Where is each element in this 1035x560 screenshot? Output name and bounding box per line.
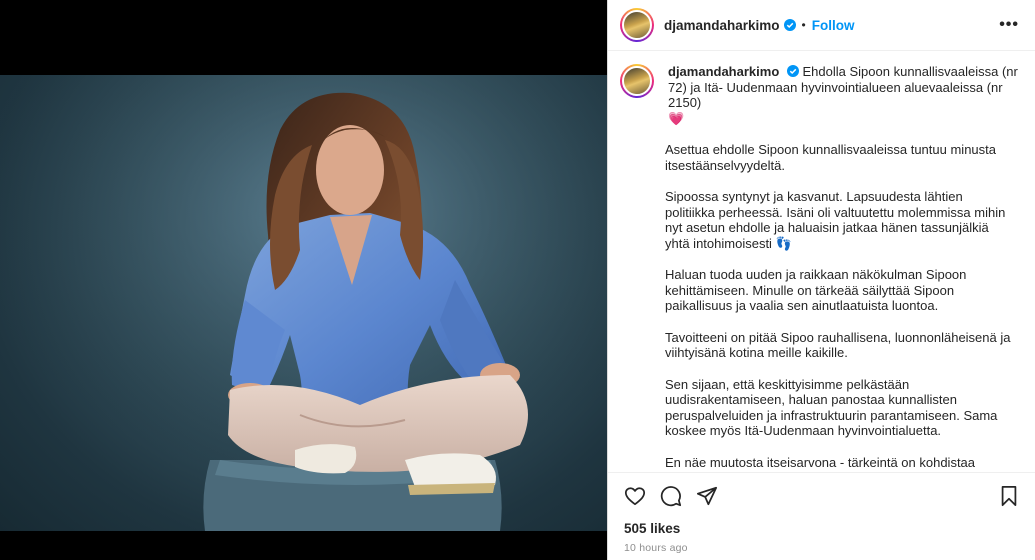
- avatar[interactable]: [620, 8, 654, 42]
- caption-paragraph: Sipoossa syntynyt ja kasvanut. Lapsuudes…: [665, 189, 1006, 251]
- bookmark-icon[interactable]: [999, 485, 1019, 507]
- instagram-post: djamandaharkimo • Follow ••• djamandahar…: [0, 0, 1035, 560]
- caption-paragraph: Tavoitteeni on pitää Sipoo rauhallisena,…: [665, 329, 1011, 361]
- follow-button[interactable]: Follow: [812, 18, 855, 33]
- share-icon[interactable]: [696, 485, 718, 507]
- caption-paragraph: Sen sijaan, että keskittyisimme pelkästä…: [665, 376, 998, 439]
- post-timestamp[interactable]: 10 hours ago: [624, 542, 1019, 554]
- caption-username[interactable]: djamandaharkimo: [668, 64, 779, 79]
- caption-paragraph: Haluan tuoda uuden ja raikkaan näkökulma…: [665, 267, 967, 313]
- comment-icon[interactable]: [660, 485, 682, 507]
- caption-paragraph: En näe muutosta itseisarvona - tärkeintä…: [665, 454, 976, 473]
- actions-bar: 505 likes 10 hours ago: [608, 472, 1035, 560]
- heart-emoji: 💗: [668, 110, 685, 126]
- more-options-button[interactable]: •••: [999, 16, 1019, 34]
- caption-area[interactable]: djamandaharkimo Ehdolla Sipoon kunnallis…: [608, 52, 1035, 472]
- separator-dot: •: [801, 18, 806, 32]
- post-header: djamandaharkimo • Follow •••: [608, 0, 1035, 51]
- caption-paragraph: Asettua ehdolle Sipoon kunnallisvaaleiss…: [665, 142, 996, 173]
- verified-badge-icon: [783, 19, 796, 31]
- post-media: [0, 0, 607, 560]
- author-username[interactable]: djamandaharkimo: [664, 18, 780, 33]
- action-icons: [624, 473, 1019, 519]
- verified-badge-icon: [786, 65, 799, 77]
- caption-avatar[interactable]: [620, 64, 654, 98]
- caption-text: djamandaharkimo Ehdolla Sipoon kunnallis…: [668, 64, 1019, 126]
- likes-count[interactable]: 505 likes: [624, 521, 1019, 536]
- post-side-panel: djamandaharkimo • Follow ••• djamandahar…: [607, 0, 1035, 560]
- heart-icon[interactable]: [624, 485, 646, 507]
- caption-first-row: djamandaharkimo Ehdolla Sipoon kunnallis…: [620, 64, 1019, 126]
- post-photo[interactable]: [0, 75, 607, 531]
